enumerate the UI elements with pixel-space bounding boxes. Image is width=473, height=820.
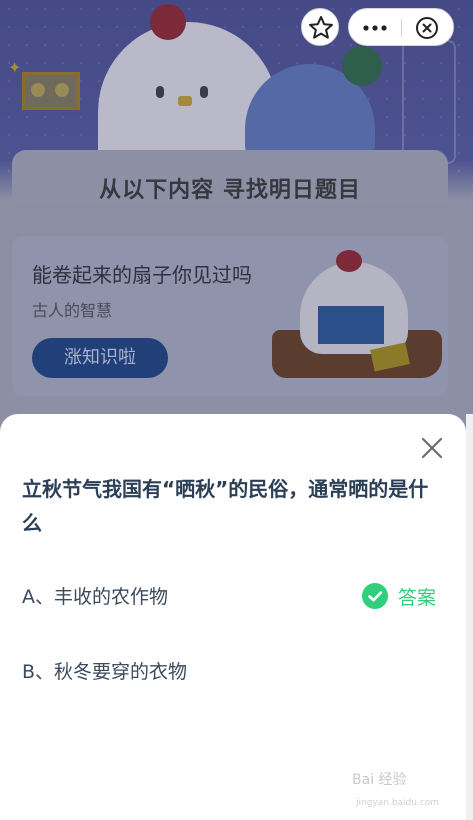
more-dots-icon[interactable]	[360, 17, 390, 39]
close-circle-icon[interactable]	[415, 16, 439, 40]
award-frame-image	[22, 72, 80, 110]
favorite-button[interactable]	[301, 8, 339, 46]
star-outline-icon	[309, 16, 333, 39]
book-icon	[318, 306, 384, 344]
medal-icon	[31, 83, 45, 97]
check-circle-icon	[362, 583, 388, 609]
decor-panel	[402, 40, 456, 164]
answer-label: 答案	[398, 586, 437, 609]
sparkle-icon: ✦	[8, 58, 22, 77]
medal-icon	[55, 83, 69, 97]
chicken-comb	[150, 4, 186, 40]
option-a[interactable]: A、丰收的农作物	[22, 582, 168, 609]
card-title: 能卷起来的扇子你见过吗	[32, 263, 252, 287]
sheet-edge	[466, 414, 473, 820]
answer-badge: 答案	[362, 582, 436, 610]
mascot-eye	[200, 86, 208, 98]
mascot-eye	[156, 86, 164, 98]
page-title: 从以下内容 寻找明日题目	[99, 178, 361, 203]
close-icon[interactable]	[418, 434, 446, 462]
mascot-beak	[178, 96, 192, 106]
capsule-divider	[401, 19, 402, 37]
option-b[interactable]: B、秋冬要穿的衣物	[22, 657, 187, 684]
learn-more-button[interactable]: 涨知识啦	[32, 338, 168, 378]
planet-icon	[342, 46, 382, 86]
capsule-menu	[348, 8, 454, 46]
watermark-url: jingyan.baidu.com	[356, 798, 440, 808]
watermark-logo: Bai 经验	[352, 772, 407, 788]
card-subtitle: 古人的智慧	[32, 301, 113, 320]
question-text: 立秋节气我国有“晒秋”的民俗，通常晒的是什么	[22, 477, 429, 535]
chicken-comb	[336, 250, 362, 272]
